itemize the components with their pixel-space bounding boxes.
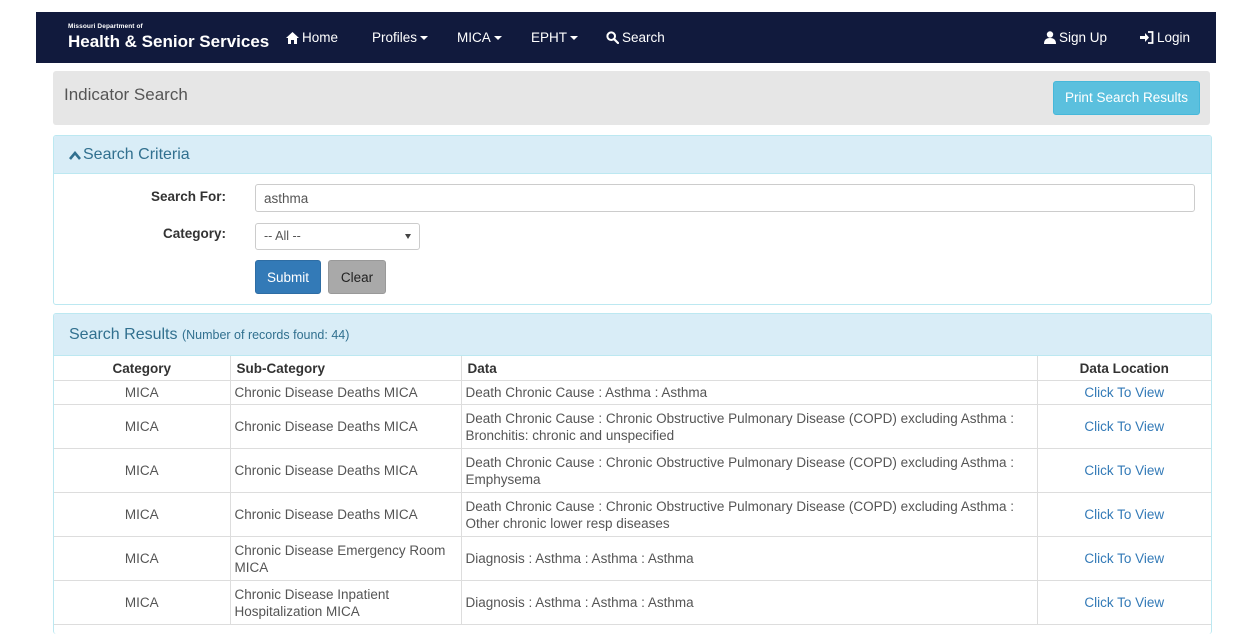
column-header-category[interactable]: Category xyxy=(54,356,231,381)
column-header-subcategory[interactable]: Sub-Category xyxy=(229,356,462,381)
cell-data: Diagnosis : Asthma : Asthma : Asthma xyxy=(460,536,1038,581)
cell-category: MICA xyxy=(54,404,231,449)
dropdown-arrow-icon xyxy=(405,234,411,239)
print-search-results-button[interactable]: Print Search Results xyxy=(1052,81,1200,115)
nav-profiles[interactable]: Profiles xyxy=(372,30,429,45)
nav-profiles-label: Profiles xyxy=(372,30,418,45)
table-header-row: Category Sub-Category Data Data Location xyxy=(54,356,1211,381)
category-select[interactable]: -- All -- xyxy=(255,223,420,250)
nav-epht-label: EPHT xyxy=(531,30,568,45)
cell-data: Diagnosis : Asthma : Asthma : Asthma xyxy=(460,580,1038,625)
results-table: Category Sub-Category Data Data Location… xyxy=(54,356,1211,625)
table-row: MICA Chronic Disease Inpatient Hospitali… xyxy=(54,580,1211,625)
click-to-view-link[interactable]: Click To View xyxy=(1084,595,1164,610)
table-row: MICA Chronic Disease Deaths MICA Death C… xyxy=(54,380,1211,405)
table-row: MICA Chronic Disease Deaths MICA Death C… xyxy=(54,492,1211,537)
click-to-view-link[interactable]: Click To View xyxy=(1084,385,1164,400)
cell-data: Death Chronic Cause : Chronic Obstructiv… xyxy=(460,448,1038,493)
search-input[interactable] xyxy=(255,184,1195,212)
click-to-view-link[interactable]: Click To View xyxy=(1084,507,1164,522)
nav-login[interactable]: Login xyxy=(1140,30,1190,45)
cell-subcategory: Chronic Disease Emergency Room MICA xyxy=(229,536,462,581)
nav-home[interactable]: Home xyxy=(286,30,338,45)
click-to-view-link[interactable]: Click To View xyxy=(1084,419,1164,434)
nav-signup-label: Sign Up xyxy=(1059,30,1108,45)
cell-subcategory: Chronic Disease Deaths MICA xyxy=(229,448,462,493)
cell-subcategory: Chronic Disease Deaths MICA xyxy=(229,380,462,405)
caret-down-icon xyxy=(420,36,429,41)
records-found-count: (Number of records found: 44) xyxy=(181,328,350,342)
table-row: MICA Chronic Disease Deaths MICA Death C… xyxy=(54,404,1211,449)
nav-search-label: Search xyxy=(622,30,665,45)
chevron-up-icon xyxy=(69,150,81,160)
cell-category: MICA xyxy=(54,448,231,493)
search-icon xyxy=(606,31,620,45)
brand-subtitle: Missouri Department of xyxy=(68,23,143,30)
click-to-view-link[interactable]: Click To View xyxy=(1084,551,1164,566)
caret-down-icon xyxy=(570,36,579,41)
cell-data-location: Click To View xyxy=(1036,536,1211,581)
login-icon xyxy=(1140,31,1154,44)
nav-home-label: Home xyxy=(302,30,339,45)
cell-category: MICA xyxy=(54,380,231,405)
user-icon xyxy=(1044,31,1056,44)
search-criteria-title: Search Criteria xyxy=(83,146,190,163)
table-row: MICA Chronic Disease Emergency Room MICA… xyxy=(54,536,1211,581)
cell-category: MICA xyxy=(54,536,231,581)
nav-login-label: Login xyxy=(1157,30,1191,45)
cell-data-location: Click To View xyxy=(1036,580,1211,625)
search-criteria-heading[interactable]: Search Criteria xyxy=(54,136,1211,174)
search-results-heading: Search Results (Number of records found:… xyxy=(54,314,1211,356)
nav-mica[interactable]: MICA xyxy=(457,30,502,45)
nav-epht[interactable]: EPHT xyxy=(531,30,579,45)
cell-data-location: Click To View xyxy=(1036,380,1211,405)
table-row: MICA Chronic Disease Deaths MICA Death C… xyxy=(54,448,1211,493)
brand-logo[interactable]: Missouri Department of Health & Senior S… xyxy=(68,23,270,51)
page-header: Indicator Search Print Search Results xyxy=(53,71,1210,125)
cell-subcategory: Chronic Disease Inpatient Hospitalizatio… xyxy=(229,580,462,625)
column-header-data[interactable]: Data xyxy=(460,356,1038,381)
nav-signup[interactable]: Sign Up xyxy=(1044,30,1107,45)
search-criteria-panel: Search Criteria Search For: Category: --… xyxy=(53,135,1212,305)
cell-data: Death Chronic Cause : Asthma : Asthma xyxy=(460,380,1038,405)
category-label: Category: xyxy=(162,226,226,241)
cell-subcategory: Chronic Disease Deaths MICA xyxy=(229,492,462,537)
nav-mica-label: MICA xyxy=(457,30,491,45)
cell-data-location: Click To View xyxy=(1036,404,1211,449)
search-results-panel: Search Results (Number of records found:… xyxy=(53,313,1212,634)
category-select-value: -- All -- xyxy=(264,229,301,243)
cell-data: Death Chronic Cause : Chronic Obstructiv… xyxy=(460,404,1038,449)
cell-subcategory: Chronic Disease Deaths MICA xyxy=(229,404,462,449)
cell-data-location: Click To View xyxy=(1036,448,1211,493)
column-header-data-location[interactable]: Data Location xyxy=(1036,356,1211,381)
top-navbar: Missouri Department of Health & Senior S… xyxy=(36,12,1216,63)
home-icon xyxy=(286,32,299,44)
cell-data-location: Click To View xyxy=(1036,492,1211,537)
submit-button[interactable]: Submit xyxy=(255,260,321,294)
search-results-title: Search Results xyxy=(69,326,178,343)
nav-search[interactable]: Search xyxy=(606,30,665,45)
caret-down-icon xyxy=(493,36,502,41)
clear-button[interactable]: Clear xyxy=(328,260,386,294)
cell-category: MICA xyxy=(54,580,231,625)
brand-title: Health & Senior Services xyxy=(68,31,270,51)
page-title: Indicator Search xyxy=(64,85,188,104)
cell-category: MICA xyxy=(54,492,231,537)
search-for-label: Search For: xyxy=(150,189,226,204)
click-to-view-link[interactable]: Click To View xyxy=(1084,463,1164,478)
cell-data: Death Chronic Cause : Chronic Obstructiv… xyxy=(460,492,1038,537)
